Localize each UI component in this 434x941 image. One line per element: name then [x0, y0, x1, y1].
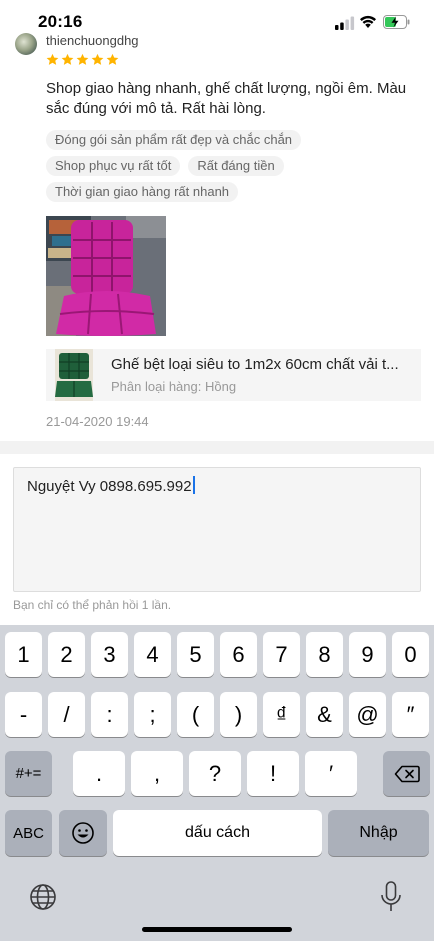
text-caret — [192, 476, 195, 494]
reply-input[interactable]: Nguyệt Vy 0898.695.992 — [13, 467, 421, 592]
review-tag: Rất đáng tiền — [188, 156, 284, 176]
product-card[interactable]: Ghế bệt loại siêu to 1m2x 60cm chất vải … — [46, 349, 421, 401]
section-divider — [0, 441, 434, 454]
key-1[interactable]: 1 — [5, 632, 42, 677]
key-period[interactable]: . — [73, 751, 125, 796]
key-2[interactable]: 2 — [48, 632, 85, 677]
star-icon — [46, 53, 59, 65]
key-colon[interactable]: : — [91, 692, 128, 737]
key-double-prime[interactable]: ″ — [392, 692, 429, 737]
cellular-signal-icon — [335, 16, 355, 30]
review-tag: Thời gian giao hàng rất nhanh — [46, 182, 239, 202]
star-icon — [106, 53, 119, 65]
keyboard: 1 2 3 4 5 6 7 8 9 0 - / : ; ( ) ₫ & @ ″ … — [0, 625, 434, 941]
reply-hint: Bạn chỉ có thể phản hồi 1 lần. — [13, 598, 172, 612]
avatar[interactable] — [15, 33, 37, 55]
key-dong[interactable]: ₫ — [263, 692, 300, 737]
key-comma[interactable]: , — [131, 751, 183, 796]
key-space[interactable]: dấu cách — [113, 810, 322, 856]
key-9[interactable]: 9 — [349, 632, 386, 677]
wifi-icon — [360, 15, 376, 28]
star-icon — [61, 53, 74, 65]
review-date: 21-04-2020 19:44 — [46, 414, 149, 429]
key-semicolon[interactable]: ; — [134, 692, 171, 737]
status-bar: 20:16 — [0, 0, 434, 34]
key-emoji[interactable] — [59, 810, 107, 856]
key-7[interactable]: 7 — [263, 632, 300, 677]
review-tag: Đóng gói sản phẩm rất đẹp và chắc chắn — [46, 130, 302, 150]
key-delete[interactable] — [383, 751, 430, 796]
review-tags: Đóng gói sản phẩm rất đẹp và chắc chắn S… — [46, 130, 416, 202]
product-name: Ghế bệt loại siêu to 1m2x 60cm chất vải … — [111, 356, 399, 373]
key-hyphen[interactable]: - — [5, 692, 42, 737]
product-variant: Phân loại hàng: Hồng — [111, 379, 237, 394]
key-exclamation[interactable]: ! — [247, 751, 299, 796]
battery-charging-icon — [383, 15, 410, 29]
key-prime[interactable]: ′ — [305, 751, 357, 796]
review-username: thienchuongdhg — [46, 33, 139, 48]
star-icon — [76, 53, 89, 65]
review-photo[interactable] — [46, 216, 166, 336]
key-4[interactable]: 4 — [134, 632, 171, 677]
key-at[interactable]: @ — [349, 692, 386, 737]
reply-input-value: Nguyệt Vy 0898.695.992 — [27, 476, 195, 495]
review-tag: Shop phục vụ rất tốt — [46, 156, 181, 176]
product-thumbnail — [55, 349, 93, 401]
key-8[interactable]: 8 — [306, 632, 343, 677]
star-icon — [91, 53, 104, 65]
status-time: 20:16 — [38, 12, 83, 31]
review-text: Shop giao hàng nhanh, ghế chất lượng, ng… — [46, 80, 407, 117]
key-3[interactable]: 3 — [91, 632, 128, 677]
key-abc[interactable]: ABC — [5, 810, 52, 856]
microphone-icon[interactable] — [380, 881, 402, 913]
emoji-icon — [72, 822, 94, 844]
rating-stars — [46, 53, 119, 66]
key-question[interactable]: ? — [189, 751, 241, 796]
key-slash[interactable]: / — [48, 692, 85, 737]
key-enter[interactable]: Nhập — [328, 810, 429, 856]
key-5[interactable]: 5 — [177, 632, 214, 677]
key-close-paren[interactable]: ) — [220, 692, 257, 737]
key-open-paren[interactable]: ( — [177, 692, 214, 737]
key-0[interactable]: 0 — [392, 632, 429, 677]
key-symbols-toggle[interactable]: #+= — [5, 751, 52, 796]
home-indicator — [142, 927, 292, 932]
key-6[interactable]: 6 — [220, 632, 257, 677]
delete-icon — [394, 765, 420, 782]
globe-icon[interactable] — [29, 883, 57, 911]
pink-floor-chair-image — [46, 216, 166, 336]
key-ampersand[interactable]: & — [306, 692, 343, 737]
